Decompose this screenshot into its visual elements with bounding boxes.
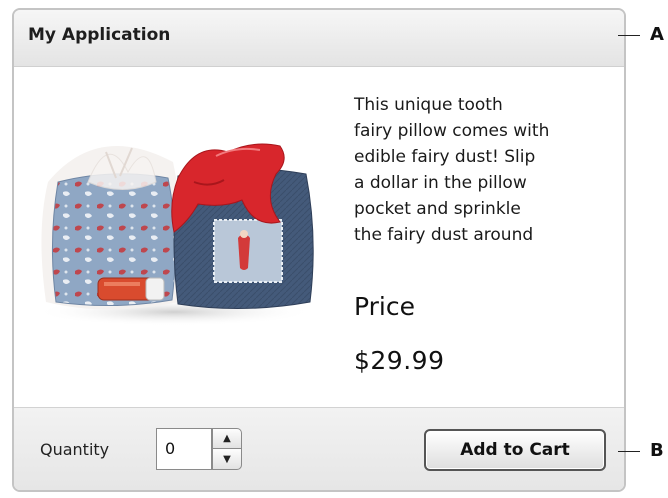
callout-b-line <box>618 451 640 452</box>
product-description: This unique tooth fairy pillow comes wit… <box>354 95 550 245</box>
stepper-down-button[interactable]: ▼ <box>212 449 242 470</box>
stepper-up-button[interactable]: ▲ <box>212 428 242 449</box>
callout-a-line <box>618 35 640 36</box>
callout-a-label: A <box>650 24 664 45</box>
callout-b-label: B <box>650 440 664 461</box>
add-to-cart-button[interactable]: Add to Cart <box>424 429 606 471</box>
price-value: $29.99 <box>354 346 445 375</box>
panel-header: My Application <box>14 10 624 67</box>
pillows-photo-icon <box>34 143 314 326</box>
panel-footer: Quantity 0 ▲ ▼ Add to Cart <box>14 407 624 490</box>
arrow-up-icon: ▲ <box>223 433 231 444</box>
price-label: Price <box>354 292 415 321</box>
quantity-label: Quantity <box>40 440 110 459</box>
application-panel: My Application This unique tooth fairy p… <box>12 8 626 492</box>
quantity-input[interactable]: 0 <box>156 428 212 470</box>
quantity-stepper[interactable]: 0 ▲ ▼ <box>156 428 246 470</box>
product-image <box>28 112 320 334</box>
arrow-down-icon: ▼ <box>223 453 231 465</box>
app-title: My Application <box>28 25 171 45</box>
stage: My Application This unique tooth fairy p… <box>0 0 668 498</box>
